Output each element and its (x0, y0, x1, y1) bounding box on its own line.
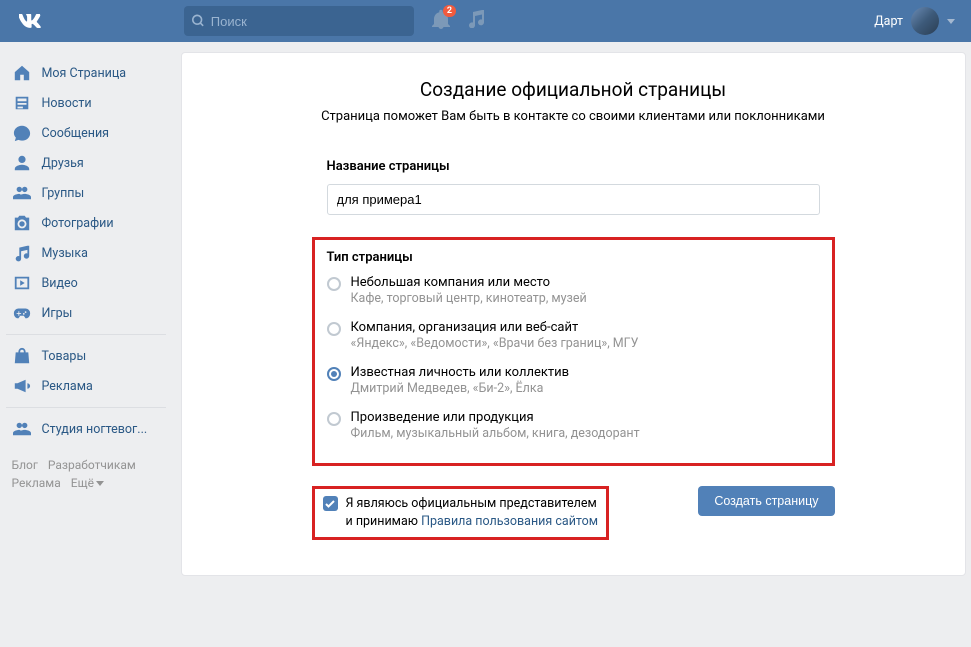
page-type-radio-group: Небольшая компания или место Кафе, торго… (327, 275, 820, 441)
search-icon (192, 14, 205, 28)
nav-label: Сообщения (42, 126, 110, 141)
top-header: 2 Дарт (0, 0, 971, 42)
market-icon (12, 346, 32, 366)
nav-label: Студия ногтевог... (42, 422, 148, 437)
vk-logo[interactable] (16, 6, 46, 36)
groups-icon (12, 183, 32, 203)
radio-indicator (327, 277, 341, 291)
nav-label: Группы (42, 186, 85, 201)
nav-groups[interactable]: Группы (6, 178, 166, 208)
radio-product[interactable]: Произведение или продукция Фильм, музыка… (327, 410, 820, 441)
radio-title: Известная личность или коллектив (351, 365, 570, 380)
radio-desc: Фильм, музыкальный альбом, книга, дезодо… (351, 426, 640, 441)
footer-more[interactable]: Ещё (71, 476, 104, 490)
nav-video[interactable]: Видео (6, 268, 166, 298)
nav-market[interactable]: Товары (6, 341, 166, 371)
home-icon (12, 63, 32, 83)
community-icon (12, 419, 32, 439)
nav-divider (6, 334, 166, 335)
chevron-down-icon (947, 19, 955, 24)
consent-highlight-box: Я являюсь официальным представителем и п… (312, 486, 610, 540)
photos-icon (12, 213, 32, 233)
radio-company-org[interactable]: Компания, организация или веб-сайт «Янде… (327, 320, 820, 351)
nav-label: Друзья (42, 156, 84, 171)
consent-checkbox-wrap[interactable]: Я являюсь официальным представителем и п… (323, 495, 599, 531)
nav-music[interactable]: Музыка (6, 238, 166, 268)
search-box[interactable] (184, 6, 414, 36)
nav-community[interactable]: Студия ногтевог... (6, 414, 166, 444)
type-highlight-box: Тип страницы Небольшая компания или мест… (312, 237, 835, 466)
radio-small-company[interactable]: Небольшая компания или место Кафе, торго… (327, 275, 820, 306)
nav-label: Видео (42, 276, 78, 291)
radio-title: Небольшая компания или место (351, 275, 587, 290)
footer-developers[interactable]: Разработчикам (48, 458, 136, 472)
avatar (911, 7, 939, 35)
music-icon (12, 243, 32, 263)
friends-icon (12, 153, 32, 173)
consent-label: Я являюсь официальным представителем и п… (346, 495, 599, 531)
terms-link[interactable]: Правила пользования сайтом (421, 514, 598, 529)
check-icon (325, 500, 335, 508)
nav-news[interactable]: Новости (6, 88, 166, 118)
type-label: Тип страницы (327, 250, 820, 265)
nav-messages[interactable]: Сообщения (6, 118, 166, 148)
messages-icon (12, 123, 32, 143)
nav-label: Реклама (42, 379, 93, 394)
username: Дарт (874, 14, 903, 29)
footer-blog[interactable]: Блог (12, 458, 38, 472)
footer-advertising[interactable]: Реклама (12, 476, 61, 490)
header-icons: 2 (432, 9, 484, 33)
radio-indicator (327, 322, 341, 336)
ads-icon (12, 376, 32, 396)
nav-photos[interactable]: Фотографии (6, 208, 166, 238)
page-subtitle: Страница поможет Вам быть в контакте со … (182, 109, 965, 124)
page-name-input[interactable] (327, 184, 820, 215)
games-icon (12, 303, 32, 323)
video-icon (12, 273, 32, 293)
nav-label: Товары (42, 349, 87, 364)
consent-checkbox[interactable] (323, 496, 338, 511)
sidebar: Моя Страница Новости Сообщения Друзья Гр… (6, 52, 166, 576)
music-button[interactable] (468, 10, 484, 32)
nav-ads[interactable]: Реклама (6, 371, 166, 401)
notification-badge: 2 (443, 5, 456, 17)
nav-label: Игры (42, 306, 73, 321)
search-input[interactable] (211, 14, 406, 29)
notifications-button[interactable]: 2 (432, 9, 450, 33)
radio-desc: «Яндекс», «Ведомости», «Врачи без границ… (351, 336, 639, 351)
main-content: Создание официальной страницы Страница п… (181, 52, 966, 576)
chevron-down-icon (96, 481, 104, 486)
nav-my-page[interactable]: Моя Страница (6, 58, 166, 88)
nav-label: Фотографии (42, 216, 114, 231)
radio-title: Компания, организация или веб-сайт (351, 320, 639, 335)
news-icon (12, 93, 32, 113)
nav-label: Моя Страница (42, 66, 127, 81)
name-label: Название страницы (327, 159, 820, 174)
radio-desc: Дмитрий Медведев, «Би-2», Ёлка (351, 381, 570, 396)
radio-indicator (327, 367, 341, 381)
nav-friends[interactable]: Друзья (6, 148, 166, 178)
radio-title: Произведение или продукция (351, 410, 640, 425)
bottom-row: Я являюсь официальным представителем и п… (182, 486, 965, 540)
nav-games[interactable]: Игры (6, 298, 166, 328)
radio-indicator (327, 412, 341, 426)
nav-divider (6, 407, 166, 408)
page-title: Создание официальной страницы (182, 78, 965, 101)
radio-famous-person[interactable]: Известная личность или коллектив Дмитрий… (327, 365, 820, 396)
user-menu[interactable]: Дарт (874, 7, 955, 35)
footer-links: Блог Разработчикам Реклама Ещё (6, 458, 166, 490)
nav-label: Новости (42, 96, 92, 111)
radio-desc: Кафе, торговый центр, кинотеатр, музей (351, 291, 587, 306)
nav-label: Музыка (42, 246, 88, 261)
create-page-button[interactable]: Создать страницу (698, 486, 834, 516)
